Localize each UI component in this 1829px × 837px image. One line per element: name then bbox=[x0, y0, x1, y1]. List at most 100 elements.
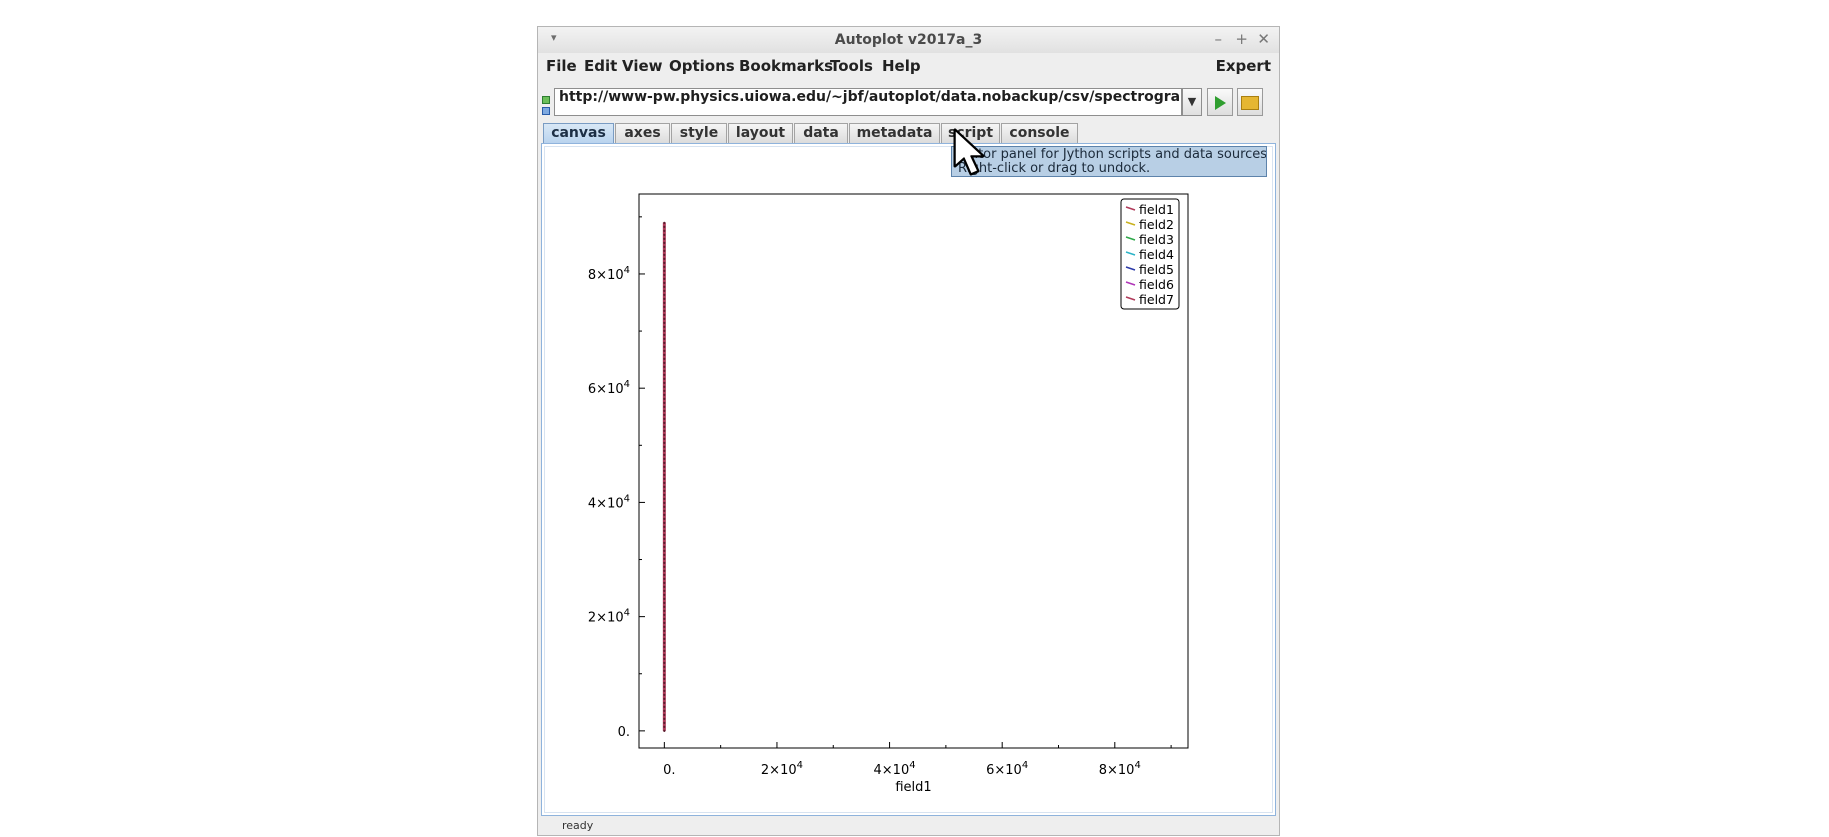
series-point bbox=[663, 297, 666, 300]
series-point bbox=[663, 381, 666, 384]
series-point bbox=[663, 345, 666, 348]
legend-label: field7 bbox=[1139, 292, 1174, 307]
series-point bbox=[663, 697, 666, 700]
series-point bbox=[663, 441, 666, 444]
series-point bbox=[663, 469, 666, 472]
y-tick-label: 0. bbox=[618, 725, 630, 740]
series-point bbox=[663, 369, 666, 372]
legend-label: field2 bbox=[1139, 217, 1174, 232]
series-point bbox=[663, 717, 666, 720]
series-point bbox=[663, 609, 666, 612]
legend-label: field5 bbox=[1139, 262, 1174, 277]
series-point bbox=[663, 377, 666, 380]
series-point bbox=[663, 273, 666, 276]
series-point bbox=[663, 501, 666, 504]
series-point bbox=[663, 281, 666, 284]
series-point bbox=[663, 613, 666, 616]
series-point bbox=[663, 657, 666, 660]
series-point bbox=[663, 285, 666, 288]
y-tick-label: 6×104 bbox=[588, 379, 630, 397]
series-point bbox=[663, 481, 666, 484]
series-point bbox=[663, 585, 666, 588]
series-point bbox=[663, 413, 666, 416]
series-point bbox=[663, 389, 666, 392]
series-point bbox=[663, 301, 666, 304]
series-point bbox=[663, 589, 666, 592]
series-point bbox=[663, 709, 666, 712]
series-point bbox=[663, 333, 666, 336]
series-point bbox=[663, 497, 666, 500]
series-point bbox=[663, 537, 666, 540]
series-point bbox=[663, 569, 666, 572]
series-point bbox=[663, 417, 666, 420]
series-point bbox=[663, 337, 666, 340]
series-point bbox=[663, 321, 666, 324]
series-point bbox=[663, 669, 666, 672]
series-point bbox=[663, 705, 666, 708]
series-point bbox=[663, 241, 666, 244]
series-point bbox=[663, 605, 666, 608]
series-point bbox=[663, 261, 666, 264]
series-point bbox=[663, 517, 666, 520]
series-point bbox=[663, 561, 666, 564]
series-point bbox=[663, 405, 666, 408]
series-point bbox=[663, 305, 666, 308]
series-point bbox=[663, 309, 666, 312]
series-point bbox=[663, 265, 666, 268]
series-point bbox=[663, 521, 666, 524]
series-point bbox=[663, 289, 666, 292]
series-point bbox=[663, 545, 666, 548]
series-point bbox=[663, 253, 666, 256]
series-point bbox=[663, 653, 666, 656]
series-point bbox=[663, 449, 666, 452]
legend-label: field3 bbox=[1139, 232, 1174, 247]
series-point bbox=[663, 553, 666, 556]
series-point bbox=[663, 397, 666, 400]
series-point bbox=[663, 493, 666, 496]
series-point bbox=[663, 293, 666, 296]
series-point bbox=[663, 365, 666, 368]
series-point bbox=[663, 229, 666, 232]
series-point bbox=[663, 505, 666, 508]
series-point bbox=[663, 257, 666, 260]
series-point bbox=[663, 673, 666, 676]
y-tick-label: 8×104 bbox=[588, 265, 630, 283]
series-point bbox=[663, 645, 666, 648]
series-point bbox=[663, 661, 666, 664]
series-point bbox=[663, 489, 666, 492]
series-point bbox=[663, 633, 666, 636]
series-point bbox=[663, 409, 666, 412]
series-point bbox=[663, 477, 666, 480]
series-point bbox=[663, 245, 666, 248]
series-point bbox=[663, 693, 666, 696]
series-point bbox=[663, 433, 666, 436]
series-point bbox=[663, 429, 666, 432]
series-point bbox=[663, 665, 666, 668]
series-point bbox=[663, 269, 666, 272]
series-point bbox=[663, 401, 666, 404]
series-point bbox=[663, 629, 666, 632]
tooltip-line-2: Right-click or drag to undock. bbox=[958, 161, 1151, 176]
plot-frame bbox=[638, 193, 1189, 749]
series-point bbox=[663, 461, 666, 464]
series-point bbox=[663, 357, 666, 360]
series-point bbox=[663, 577, 666, 580]
series-point bbox=[663, 677, 666, 680]
series-point bbox=[663, 353, 666, 356]
series-point bbox=[663, 617, 666, 620]
series-point bbox=[663, 701, 666, 704]
mouse-pointer-icon bbox=[953, 128, 985, 176]
series-point bbox=[663, 713, 666, 716]
x-tick-label: 6×104 bbox=[986, 760, 1028, 778]
legend-label: field6 bbox=[1139, 277, 1174, 292]
series-point bbox=[663, 601, 666, 604]
series-point bbox=[663, 649, 666, 652]
script-tab-tooltip: Editor panel for Jython scripts and data… bbox=[951, 146, 1267, 177]
series-point bbox=[663, 573, 666, 576]
plot-canvas[interactable]: 0. 2×104 4×104 6×104 8×104 0. 2×104 4×104 6×104 8… bbox=[0, 0, 1829, 829]
series-point bbox=[663, 425, 666, 428]
series-point bbox=[663, 473, 666, 476]
y-tick-label: 2×104 bbox=[588, 608, 630, 626]
series-point bbox=[663, 509, 666, 512]
series-point bbox=[663, 597, 666, 600]
